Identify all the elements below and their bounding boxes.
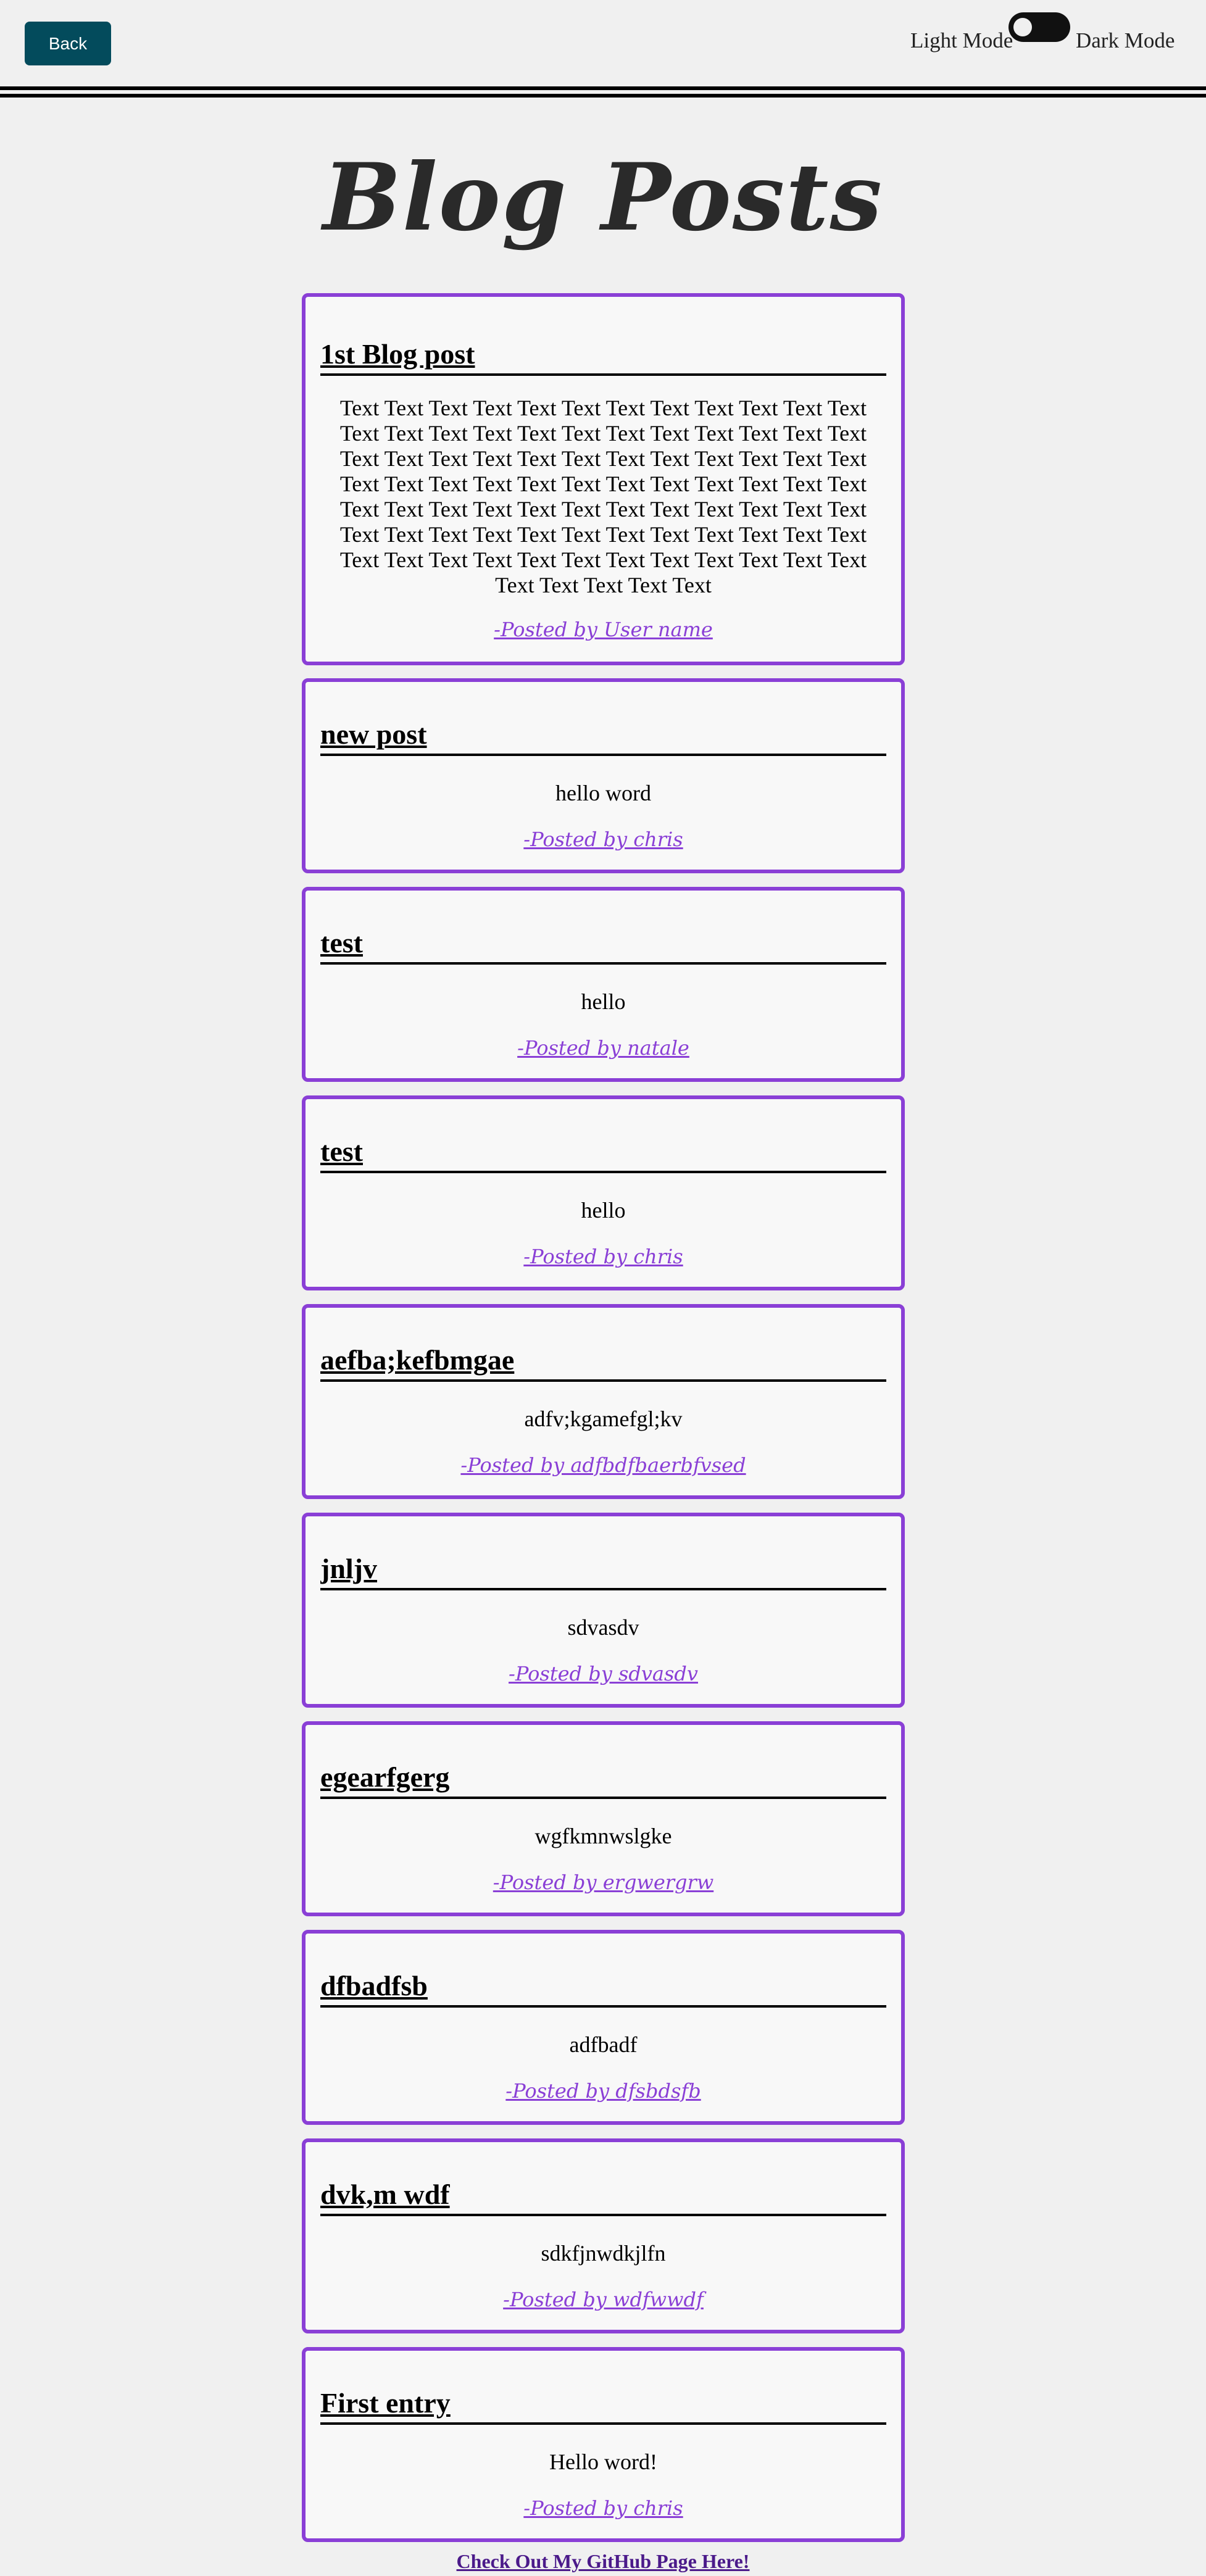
post-body: hello bbox=[581, 1198, 626, 1223]
post-author-link[interactable]: -Posted by adfbdfbaerbfvsed bbox=[306, 1453, 901, 1477]
post-author-link[interactable]: -Posted by natale bbox=[306, 1036, 901, 1060]
post-title: First entry bbox=[320, 2383, 886, 2425]
post-body: sdkfjnwdkjlfn bbox=[541, 2241, 666, 2266]
back-button[interactable]: Back bbox=[25, 22, 111, 65]
post-body: wgfkmnwslgke bbox=[534, 1824, 672, 1848]
blog-post-card: dvk,m wdf sdkfjnwdkjlfn -Posted by wdfww… bbox=[302, 2138, 905, 2333]
post-author-link[interactable]: -Posted by wdfwwdf bbox=[306, 2288, 901, 2311]
dark-mode-label: Dark Mode bbox=[1076, 28, 1175, 52]
blog-post-card: new post hello word -Posted by chris bbox=[302, 678, 905, 873]
post-author-link[interactable]: -Posted by User name bbox=[306, 618, 901, 641]
blog-post-card: egearfgerg wgfkmnwslgke -Posted by ergwe… bbox=[302, 1721, 905, 1916]
post-title: 1st Blog post bbox=[320, 334, 886, 376]
post-title: test bbox=[320, 1131, 886, 1173]
blog-post-card: aefba;kefbmgae adfv;kgamefgl;kv -Posted … bbox=[302, 1304, 905, 1499]
blog-post-card: dfbadfsb adfbadf -Posted by dfsbdsfb bbox=[302, 1930, 905, 2125]
post-author-link[interactable]: -Posted by chris bbox=[306, 2496, 901, 2520]
post-title: jnljv bbox=[320, 1548, 886, 1590]
post-title: dfbadfsb bbox=[320, 1966, 886, 2008]
post-body: adfv;kgamefgl;kv bbox=[524, 1406, 683, 1431]
top-bar: Back Light Mode Dark Mode bbox=[0, 0, 1206, 86]
light-mode-label: Light Mode bbox=[910, 28, 1013, 52]
post-title: dvk,m wdf bbox=[320, 2174, 886, 2216]
post-body: Hello word! bbox=[549, 2449, 657, 2474]
post-body: adfbadf bbox=[569, 2032, 638, 2057]
blog-post-card: jnljv sdvasdv -Posted by sdvasdv bbox=[302, 1513, 905, 1708]
blog-post-card: test hello -Posted by chris bbox=[302, 1095, 905, 1290]
post-title: aefba;kefbmgae bbox=[320, 1340, 886, 1382]
blog-post-card: 1st Blog post Text Text Text Text Text T… bbox=[302, 293, 905, 665]
header-divider-top bbox=[0, 86, 1206, 90]
post-author-link[interactable]: -Posted by dfsbdsfb bbox=[306, 2079, 901, 2103]
post-title: egearfgerg bbox=[320, 1757, 886, 1799]
post-author-link[interactable]: -Posted by sdvasdv bbox=[306, 1662, 901, 1685]
blog-post-card: First entry Hello word! -Posted by chris bbox=[302, 2347, 905, 2542]
toggle-knob bbox=[1013, 18, 1032, 36]
post-author-link[interactable]: -Posted by ergwergrw bbox=[306, 1871, 901, 1894]
post-body: hello bbox=[581, 989, 626, 1014]
post-body: sdvasdv bbox=[567, 1615, 639, 1640]
post-title: new post bbox=[320, 714, 886, 756]
post-author-link[interactable]: -Posted by chris bbox=[306, 828, 901, 851]
github-link[interactable]: Check Out My GitHub Page Here! bbox=[0, 2550, 1206, 2573]
post-body: Text Text Text Text Text Text Text Text … bbox=[339, 396, 867, 597]
theme-toggle[interactable] bbox=[1008, 12, 1070, 42]
blog-post-card: test hello -Posted by natale bbox=[302, 887, 905, 1082]
post-title: test bbox=[320, 923, 886, 965]
post-body: hello word bbox=[555, 781, 651, 805]
page-title: Blog Posts bbox=[323, 143, 883, 252]
post-author-link[interactable]: -Posted by chris bbox=[306, 1245, 901, 1268]
header-divider-bottom bbox=[0, 94, 1206, 98]
